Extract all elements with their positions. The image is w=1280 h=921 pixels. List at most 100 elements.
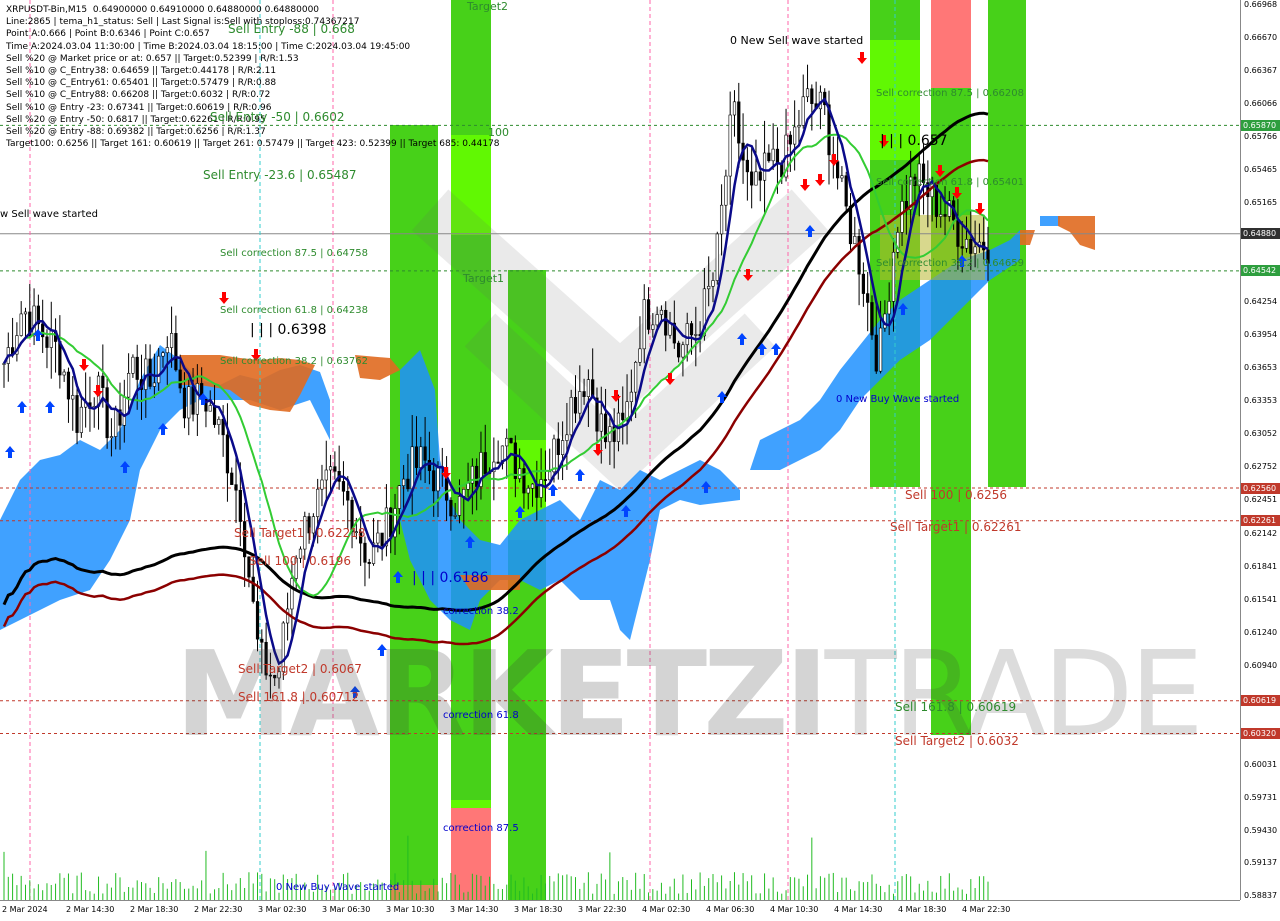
- time-tick: 2 Mar 18:30: [130, 905, 179, 914]
- candle-body: [432, 470, 436, 492]
- candle-body: [552, 438, 556, 473]
- candle-body: [646, 299, 651, 330]
- candle-body: [367, 562, 371, 564]
- price-tick: 0.63954: [1244, 330, 1278, 340]
- candle-body: [578, 391, 582, 414]
- candle-body: [745, 159, 749, 173]
- annotation: | | | 0.657: [880, 133, 948, 149]
- candle-body: [101, 375, 105, 388]
- candle-body: [505, 437, 509, 447]
- candle-body: [389, 507, 393, 538]
- candle-body: [866, 293, 870, 303]
- candle-body: [651, 324, 655, 330]
- sell-arrow: [800, 179, 810, 191]
- annotation: 0 New Sell wave started: [730, 34, 864, 47]
- chart-area[interactable]: MARKETZITRADE XRPUSDT-Bin,M15 0.64900000…: [0, 0, 1240, 900]
- candle-body: [642, 299, 646, 350]
- candle-body: [152, 382, 156, 387]
- price-axis[interactable]: 0.66968 0.66670 0.66367 0.66066 0.65766 0.654…: [1240, 0, 1280, 900]
- candle-body: [775, 148, 780, 164]
- annotation: Sell correction 87.5 | 0.64758: [220, 248, 369, 259]
- candle-body: [449, 499, 453, 517]
- candle-body: [840, 175, 844, 179]
- annotation: Sell 100 | 0.6196: [249, 554, 352, 568]
- price-tick: 0.59430: [1244, 826, 1278, 836]
- candle-body: [939, 214, 943, 217]
- candle-body: [105, 387, 109, 439]
- price-tick: 0.66367: [1244, 65, 1278, 75]
- candle-body: [333, 466, 337, 472]
- candle-body: [659, 309, 664, 315]
- sell-arrow: [219, 292, 229, 304]
- price-marker: 0.62560: [1241, 482, 1280, 494]
- candle-body: [79, 406, 83, 433]
- candle-body: [217, 418, 221, 425]
- candle-body: [483, 452, 487, 475]
- candle-body: [75, 395, 79, 433]
- info-line: Sell %20 @ Entry -88: 0.69382 || Target:…: [6, 127, 266, 138]
- annotation: Target2: [467, 0, 509, 13]
- cloud-orange: [1020, 230, 1035, 245]
- candle-body: [711, 280, 715, 287]
- candle-body: [771, 148, 775, 162]
- annotation: Sell Entry -50 | 0.6602: [210, 110, 345, 124]
- candle-body: [900, 201, 904, 233]
- candle-body: [19, 313, 23, 336]
- candle-body: [212, 405, 217, 425]
- time-tick: 3 Mar 22:30: [578, 905, 627, 914]
- time-tick: 3 Mar 02:30: [258, 905, 307, 914]
- price-tick: 0.66968: [1244, 0, 1278, 9]
- candle-body: [290, 578, 294, 610]
- candle-body: [599, 413, 603, 432]
- candle-body: [689, 323, 694, 336]
- candle-body: [793, 126, 797, 145]
- annotation: correction 87.5: [443, 823, 519, 834]
- candle-body: [556, 438, 560, 455]
- candle-body: [346, 490, 350, 501]
- candle-body: [874, 334, 878, 372]
- time-tick: 3 Mar 06:30: [322, 905, 371, 914]
- price-marker: 0.65870: [1241, 119, 1280, 131]
- time-tick: 3 Mar 10:30: [386, 905, 435, 914]
- time-tick: 2 Mar 22:30: [194, 905, 243, 914]
- candle-body: [178, 369, 182, 389]
- info-line: Target100: 0.6256 || Target 161: 0.60619…: [6, 139, 500, 150]
- candle-body: [573, 397, 578, 414]
- price-tick: 0.61541: [1244, 594, 1278, 604]
- candle-body: [161, 352, 165, 357]
- candle-body: [127, 372, 131, 398]
- price-tick: 0.64254: [1244, 297, 1278, 307]
- annotation: Sell Target2 | 0.6067: [238, 662, 362, 676]
- candle-body: [457, 496, 462, 516]
- cloud-orange: [1058, 216, 1095, 250]
- candle-body: [539, 479, 543, 498]
- price-tick: 0.62142: [1244, 528, 1278, 538]
- info-line: Sell %10 @ C_Entry38: 0.64659 || Target:…: [6, 66, 277, 77]
- candle-body: [174, 333, 178, 371]
- annotation: 0 New Buy Wave started: [836, 394, 960, 405]
- candle-body: [230, 472, 234, 485]
- time-axis[interactable]: 2 Mar 2024 2 Mar 14:30 2 Mar 18:30 2 Mar 22…: [0, 900, 1240, 921]
- candle-body: [513, 442, 517, 479]
- candle-body: [754, 171, 758, 186]
- candle-body: [750, 171, 754, 186]
- candle-body: [561, 440, 565, 455]
- time-tick: 4 Mar 18:30: [898, 905, 947, 914]
- candle-body: [62, 371, 66, 376]
- candle-body: [569, 397, 573, 436]
- sell-arrow: [857, 52, 867, 64]
- candle-body: [109, 436, 114, 439]
- candle-body: [135, 356, 139, 380]
- candle-body: [522, 468, 526, 494]
- info-line: Sell %20 @ Market price or at: 0.657 || …: [6, 53, 299, 64]
- candle-body: [66, 371, 71, 400]
- candle-body: [801, 96, 805, 126]
- candle-body: [582, 391, 586, 397]
- candle-body: [414, 446, 419, 468]
- time-tick: 2 Mar 2024: [2, 905, 48, 914]
- annotation: Sell Target2 | 0.6032: [895, 734, 1019, 748]
- candle-body: [724, 175, 728, 206]
- annotation: | | | 0.6186: [412, 570, 489, 586]
- candle-body: [496, 461, 500, 464]
- candle-body: [960, 246, 964, 249]
